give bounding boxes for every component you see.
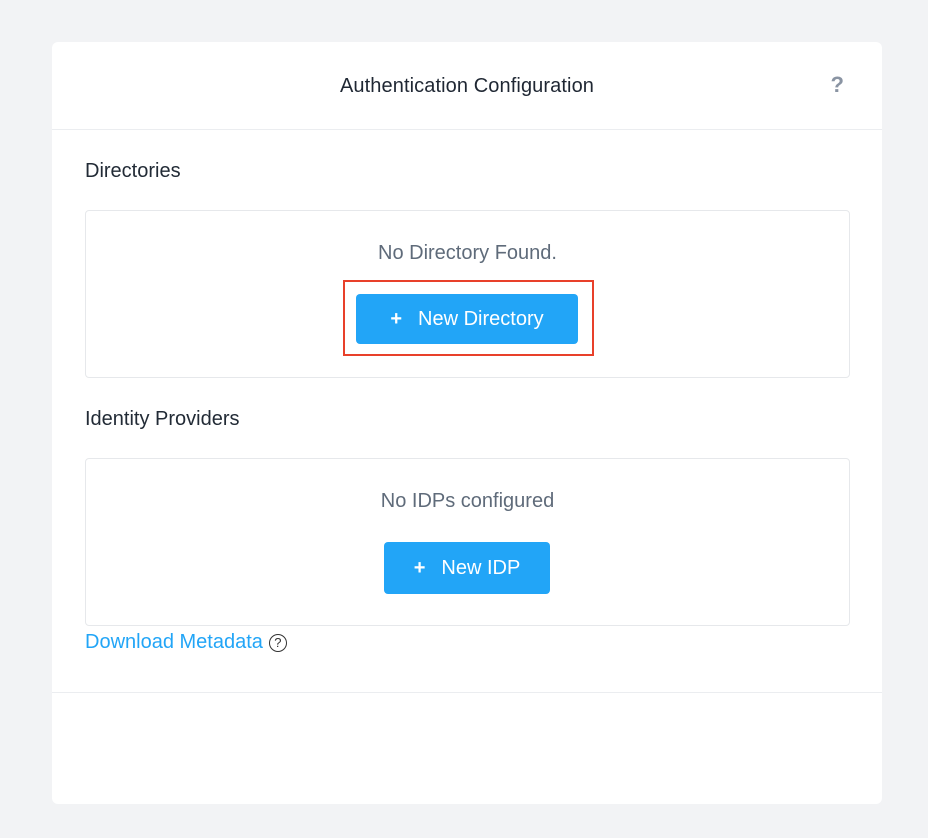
highlight-box xyxy=(343,280,594,356)
new-idp-label: New IDP xyxy=(441,556,521,579)
auth-config-dialog: Authentication Configuration ? Directori… xyxy=(52,42,882,804)
help-icon[interactable]: ? xyxy=(831,72,844,98)
download-metadata-label: Download Metadata xyxy=(85,631,263,653)
plus-icon: + xyxy=(413,557,426,579)
new-idp-button[interactable]: + New IDP xyxy=(384,542,550,594)
download-metadata-link[interactable]: Download Metadata ? xyxy=(85,631,287,654)
idp-empty-text: No IDPs configured xyxy=(380,490,555,512)
directories-empty-text: No Directory Found. xyxy=(378,242,557,264)
dialog-header: Authentication Configuration ? xyxy=(52,42,882,130)
idp-section-title: Identity Providers xyxy=(85,408,240,430)
footer-divider xyxy=(52,692,882,693)
question-circle-icon[interactable]: ? xyxy=(268,633,287,652)
dialog-title: Authentication Configuration xyxy=(339,75,595,97)
idp-panel: No IDPs configured + New IDP xyxy=(85,458,850,626)
directories-section-title: Directories xyxy=(85,160,181,182)
